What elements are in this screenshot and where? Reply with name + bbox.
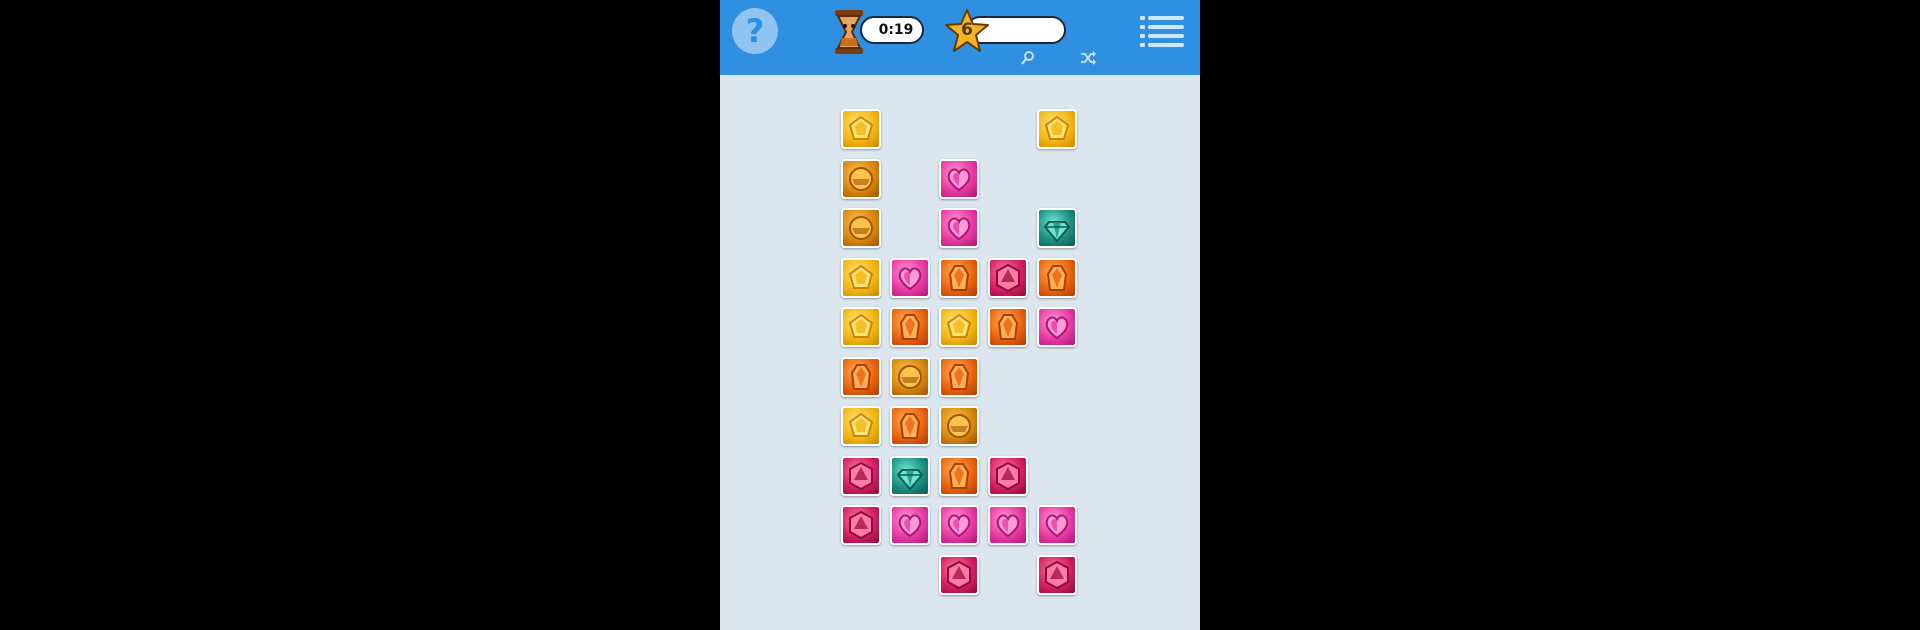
yellow-gem-icon xyxy=(848,313,874,338)
tile-crimson[interactable] xyxy=(841,505,881,545)
orange-gem-icon xyxy=(1046,264,1068,291)
pink-gem-icon xyxy=(996,514,1020,538)
crimson-gem-icon xyxy=(849,510,873,540)
tile-crimson[interactable] xyxy=(841,455,881,496)
crimson-gem-icon xyxy=(849,461,873,490)
orange-gem-icon xyxy=(997,314,1019,340)
orange-gem-icon xyxy=(948,462,970,489)
top-bar: ? 0:19 6 xyxy=(720,0,1200,75)
crimson-gem-icon xyxy=(947,560,971,589)
teal-gem-icon xyxy=(1043,221,1071,243)
yellow-gem-icon xyxy=(1044,115,1070,140)
tile-orange[interactable] xyxy=(1037,257,1077,298)
tile-orange[interactable] xyxy=(939,257,979,298)
tile-orange[interactable] xyxy=(939,356,979,397)
tile-pink[interactable] xyxy=(939,158,979,199)
yellow-gem-icon xyxy=(848,115,874,140)
tile-pink[interactable] xyxy=(890,257,930,298)
amber-gem-icon xyxy=(849,216,873,240)
tile-pink[interactable] xyxy=(939,505,979,545)
tile-orange[interactable] xyxy=(890,406,930,446)
amber-gem-icon xyxy=(947,414,971,438)
level-number: 6 xyxy=(961,20,973,40)
amber-gem-icon xyxy=(849,166,873,191)
tile-orange[interactable] xyxy=(841,356,881,397)
orange-gem-icon xyxy=(948,363,970,390)
menu-list-icon[interactable] xyxy=(1140,14,1184,48)
tile-crimson[interactable] xyxy=(988,455,1028,496)
pink-gem-icon xyxy=(1045,316,1069,340)
orange-gem-icon xyxy=(850,363,872,390)
tile-pink[interactable] xyxy=(1037,307,1077,347)
tile-amber[interactable] xyxy=(841,208,881,248)
pink-gem-icon xyxy=(947,168,971,191)
tile-yellow[interactable] xyxy=(841,406,881,446)
tile-amber[interactable] xyxy=(890,356,930,397)
orange-gem-icon xyxy=(899,314,921,340)
tile-orange[interactable] xyxy=(988,307,1028,347)
tile-crimson[interactable] xyxy=(939,554,979,595)
orange-gem-icon xyxy=(899,413,921,439)
tile-crimson[interactable] xyxy=(988,257,1028,298)
amber-gem-icon xyxy=(898,364,922,389)
pink-gem-icon xyxy=(947,514,971,538)
tile-yellow[interactable] xyxy=(841,109,881,149)
pink-gem-icon xyxy=(898,267,922,290)
tile-pink[interactable] xyxy=(890,505,930,545)
pink-gem-icon xyxy=(947,217,971,241)
tile-yellow[interactable] xyxy=(939,307,979,347)
tile-amber[interactable] xyxy=(841,158,881,199)
tile-teal[interactable] xyxy=(1037,208,1077,248)
shuffle-icon[interactable] xyxy=(1080,50,1096,66)
pink-gem-icon xyxy=(898,514,922,538)
yellow-gem-icon xyxy=(946,313,972,338)
crimson-gem-icon xyxy=(996,263,1020,292)
crimson-gem-icon xyxy=(1045,560,1069,589)
magnifier-hint-icon[interactable] xyxy=(1020,50,1036,66)
tile-amber[interactable] xyxy=(939,406,979,446)
game-screen: ? 0:19 6 xyxy=(720,0,1200,630)
tile-pink[interactable] xyxy=(939,208,979,248)
tile-teal[interactable] xyxy=(890,455,930,496)
tile-yellow[interactable] xyxy=(1037,109,1077,149)
crimson-gem-icon xyxy=(996,461,1020,490)
tile-orange[interactable] xyxy=(939,455,979,496)
orange-gem-icon xyxy=(948,264,970,291)
tile-pink[interactable] xyxy=(1037,505,1077,545)
pink-gem-icon xyxy=(1045,514,1069,538)
tile-crimson[interactable] xyxy=(1037,554,1077,595)
tile-orange[interactable] xyxy=(890,307,930,347)
yellow-gem-icon xyxy=(848,412,874,437)
teal-gem-icon xyxy=(896,468,924,491)
timer-display: 0:19 xyxy=(860,16,924,44)
tile-yellow[interactable] xyxy=(841,307,881,347)
tile-pink[interactable] xyxy=(988,505,1028,545)
help-button[interactable]: ? xyxy=(732,8,778,54)
tile-yellow[interactable] xyxy=(841,257,881,298)
yellow-gem-icon xyxy=(848,264,874,289)
